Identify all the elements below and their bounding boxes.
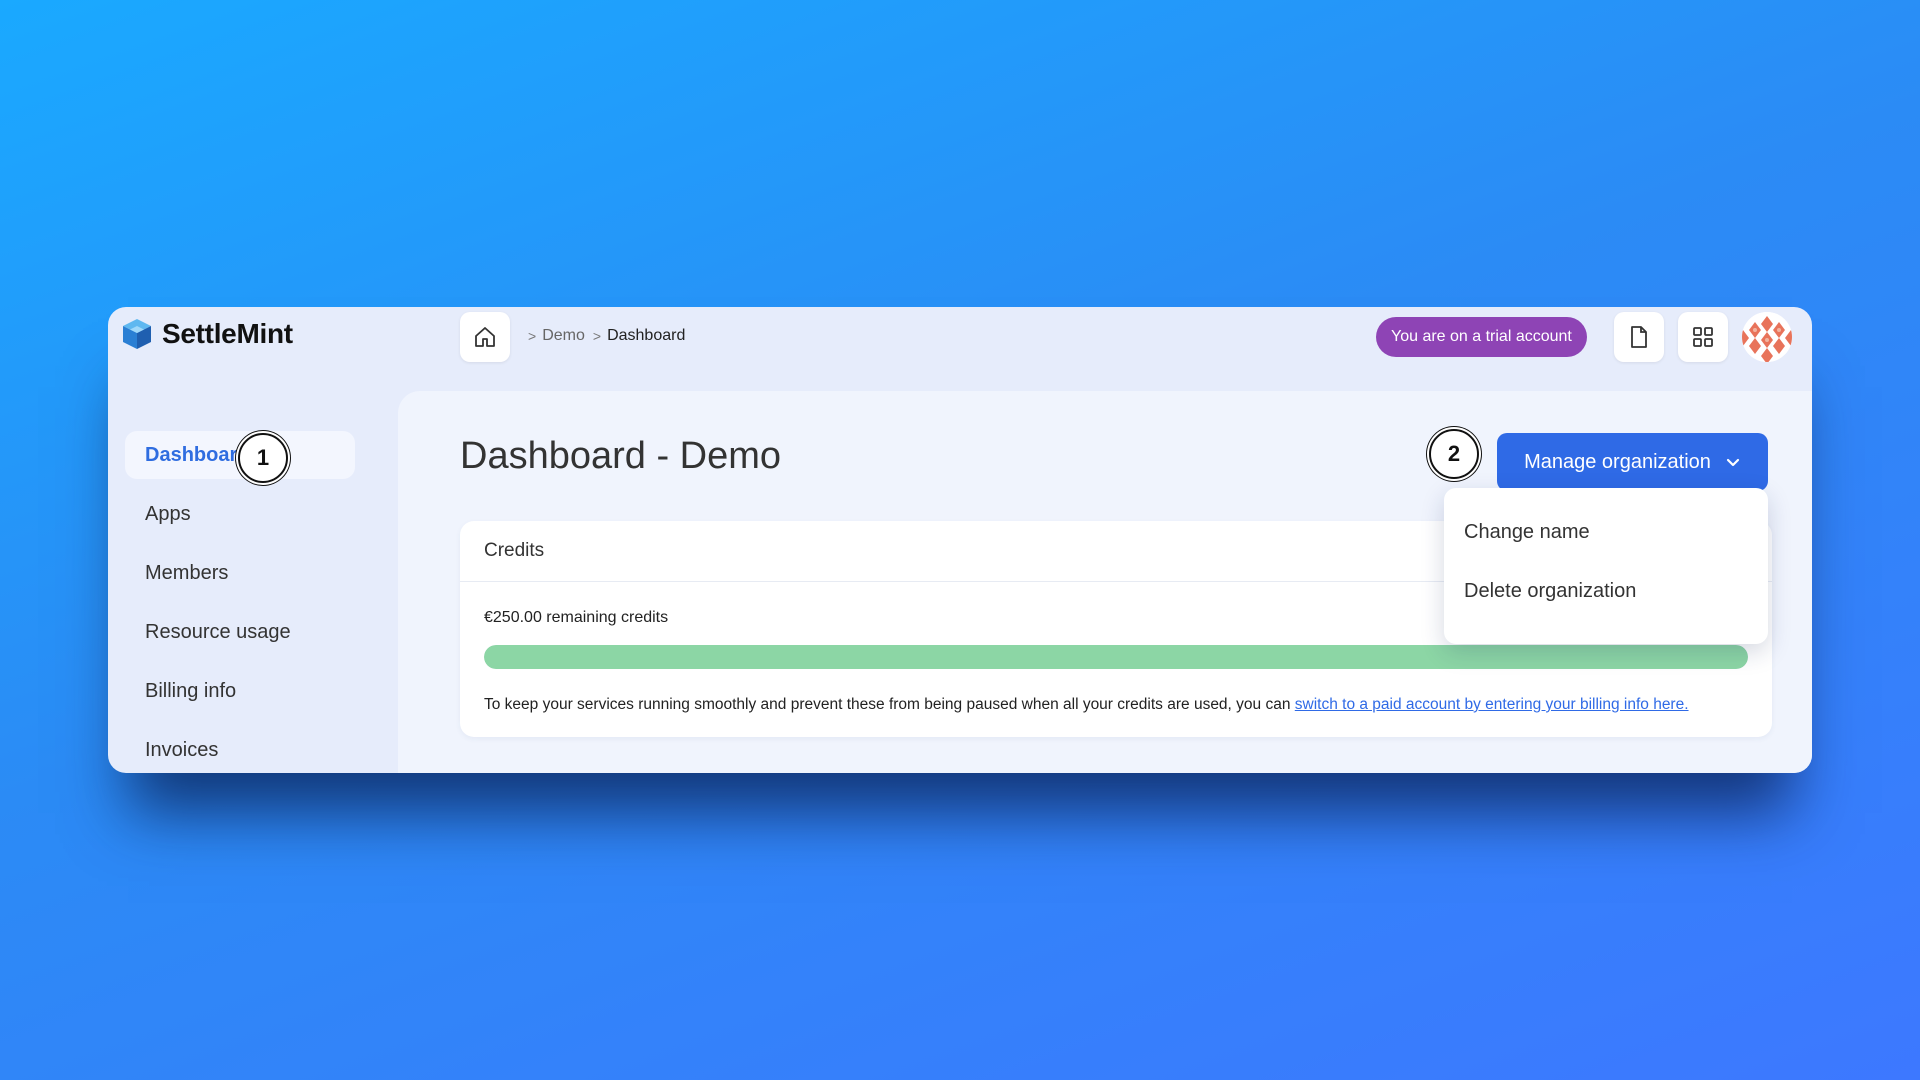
settlemint-logo-icon — [123, 319, 151, 349]
sidebar-item-label: Billing info — [145, 679, 237, 702]
grid-icon — [1693, 327, 1713, 347]
sidebar-item-invoices[interactable]: Invoices — [125, 726, 355, 773]
document-icon — [1631, 326, 1647, 348]
home-icon — [475, 327, 495, 347]
sidebar-item-dashboard[interactable]: Dashboard 1 — [125, 431, 355, 483]
manage-organization-button[interactable]: Manage organization — [1497, 433, 1768, 491]
breadcrumb-separator: > — [592, 328, 602, 344]
apps-grid-button[interactable] — [1678, 312, 1728, 362]
menu-item-change-name[interactable]: Change name — [1444, 503, 1768, 562]
credits-note-text: To keep your services running smoothly a… — [484, 696, 1295, 713]
app-name: SettleMint — [162, 318, 293, 349]
menu-item-delete-organization[interactable]: Delete organization — [1444, 562, 1768, 621]
sidebar-item-resource-usage[interactable]: Resource usage — [125, 608, 355, 656]
docs-button[interactable] — [1614, 312, 1664, 362]
page-title: Dashboard - Demo — [460, 435, 782, 477]
remaining-credits: €250.00 remaining credits — [484, 609, 669, 626]
breadcrumb-separator: > — [528, 328, 537, 344]
avatar-pattern-icon — [1742, 312, 1792, 362]
sidebar-item-members[interactable]: Members — [125, 549, 355, 597]
credits-note: To keep your services running smoothly a… — [484, 696, 1689, 714]
avatar[interactable] — [1742, 312, 1792, 362]
manage-organization-label: Manage organization — [1524, 450, 1711, 473]
step-marker-2: 2 — [1429, 429, 1479, 479]
breadcrumb: > Demo > Dashboard — [520, 327, 685, 345]
sidebar-item-label: Members — [145, 561, 229, 584]
trial-badge[interactable]: You are on a trial account — [1376, 317, 1587, 357]
sidebar: Dashboard 1 Apps Members Resource usage … — [125, 431, 355, 773]
sidebar-item-label: Apps — [145, 502, 191, 525]
sidebar-item-label: Invoices — [145, 738, 219, 761]
chevron-down-icon — [1726, 458, 1739, 467]
breadcrumb-item-demo[interactable]: Demo — [542, 327, 585, 345]
sidebar-item-label: Resource usage — [145, 620, 291, 643]
manage-organization-dropdown: Change name Delete organization — [1444, 488, 1768, 644]
breadcrumb-item-dashboard: Dashboard — [607, 327, 686, 344]
sidebar-item-apps[interactable]: Apps — [125, 490, 355, 538]
logo[interactable]: SettleMint — [120, 317, 293, 351]
sidebar-item-label: Dashboard — [145, 443, 250, 466]
step-marker-1: 1 — [238, 433, 288, 483]
sidebar-item-billing-info[interactable]: Billing info — [125, 667, 355, 715]
billing-info-link[interactable]: switch to a paid account by entering you… — [1295, 696, 1689, 713]
home-button[interactable] — [460, 312, 510, 362]
credits-progress-fill — [484, 645, 1748, 669]
credits-progress-bar — [484, 645, 1748, 669]
